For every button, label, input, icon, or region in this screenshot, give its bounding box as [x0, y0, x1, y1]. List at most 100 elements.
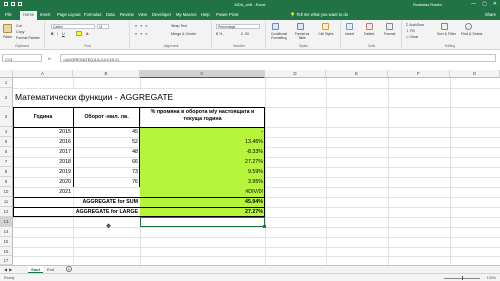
formula-input[interactable]: =AGGREGATE(14,6,C4:C10,2)	[60, 54, 496, 62]
sheet-tab-start[interactable]: Start	[28, 266, 44, 273]
cell-year[interactable]: 2017	[13, 149, 71, 155]
agg-sum-value[interactable]: 45.94%	[140, 199, 263, 205]
format-as-table-button[interactable]: Format as Table	[292, 32, 312, 40]
row-header-8[interactable]: 8	[0, 167, 13, 177]
insert-button[interactable]: Insert	[345, 32, 354, 36]
cell-change[interactable]: 3.95%	[140, 179, 263, 185]
paste-icon[interactable]	[3, 24, 12, 33]
tab-data[interactable]: Data	[106, 12, 115, 17]
underline-button[interactable]: U	[62, 32, 65, 36]
cell-year[interactable]: 2018	[13, 159, 71, 165]
format-as-table-icon[interactable]	[297, 23, 304, 30]
delete-cells-icon[interactable]	[366, 23, 373, 30]
row-header-9[interactable]: 9	[0, 177, 13, 187]
cell-year[interactable]: 2019	[13, 169, 71, 175]
delete-button[interactable]: Delete	[364, 32, 374, 36]
cell-turnover[interactable]: 52	[73, 139, 138, 145]
agg-sum-label[interactable]: AGGREGATE for SUM	[13, 199, 138, 205]
sheet-nav-arrows-icon[interactable]: ◀▶	[4, 267, 14, 272]
align-left-icon[interactable]: ≡ ≡ ≡	[135, 32, 148, 36]
name-box[interactable]: C13	[2, 54, 42, 62]
row-header-4[interactable]: 4	[0, 127, 13, 137]
zoom-level[interactable]: 100%	[487, 276, 496, 280]
cell-change[interactable]: 27.27%	[140, 159, 263, 165]
cell-change[interactable]: -	[140, 129, 263, 135]
row-header-3[interactable]: 3	[0, 107, 13, 127]
font-size-select[interactable]: 11	[97, 24, 109, 29]
format-button[interactable]: Format	[384, 32, 395, 36]
number-format-select[interactable]: Percentage	[216, 24, 260, 29]
minimize-button[interactable]: —	[471, 1, 476, 7]
cut-button[interactable]: Cut	[16, 24, 22, 28]
tab-view[interactable]: View	[138, 12, 147, 17]
row-header-2[interactable]: 2	[0, 88, 13, 107]
cell-turnover[interactable]: 48	[73, 149, 138, 155]
tab-formulas[interactable]: Formulas	[84, 12, 101, 17]
font-color-icon[interactable]: A	[86, 32, 89, 36]
select-all-corner[interactable]	[0, 70, 13, 78]
row-header-17[interactable]: 17	[0, 256, 13, 265]
tab-page-layout[interactable]: Page Layout	[57, 12, 81, 17]
conditional-formatting-button[interactable]: Conditional Formatting	[268, 32, 290, 40]
fill-color-icon[interactable]	[76, 31, 82, 36]
tab-my-macros[interactable]: My Macros	[176, 12, 196, 17]
column-header-b[interactable]: B	[73, 70, 140, 78]
cell-change[interactable]: -8.33%	[140, 149, 263, 155]
cell-turnover[interactable]: 45	[73, 129, 138, 135]
find-select-button[interactable]: Find & Select	[461, 32, 482, 36]
autosum-button[interactable]: Σ AutoSum	[406, 23, 424, 27]
header-year[interactable]: Година	[13, 114, 73, 120]
zoom-slider-knob[interactable]	[461, 276, 463, 280]
align-top-icon[interactable]: ≡ ≡ ≡	[135, 24, 148, 28]
sheet-title[interactable]: Математически функции - AGGREGATE	[15, 92, 173, 102]
cell-year[interactable]: 2020	[13, 179, 71, 185]
cell-year[interactable]: 2016	[13, 139, 71, 145]
sheet-tab-end[interactable]: End	[44, 266, 57, 273]
cell-change[interactable]: 13.46%	[140, 139, 263, 145]
agg-large-label[interactable]: AGGREGATE for LARGE	[13, 209, 138, 215]
header-change[interactable]: % промяна в оборота м/у настоящата и тек…	[142, 109, 263, 123]
tab-power-pivot[interactable]: Power Pivot	[216, 12, 238, 17]
active-cell-outline[interactable]	[140, 217, 265, 227]
copy-button[interactable]: Copy	[16, 30, 24, 34]
cell-year[interactable]: 2021	[13, 189, 71, 195]
merge-center-button[interactable]: Merge & Center	[171, 32, 196, 36]
sort-filter-button[interactable]: Sort & Filter	[437, 32, 456, 36]
currency-icon[interactable]: $ % ,	[216, 32, 224, 36]
italic-button[interactable]: I	[57, 32, 58, 36]
tab-insert[interactable]: Insert	[40, 12, 50, 17]
sort-filter-icon[interactable]	[441, 23, 448, 30]
tab-review[interactable]: Review	[120, 12, 134, 17]
cell-styles-icon[interactable]	[322, 23, 329, 30]
row-header-10[interactable]: 10	[0, 187, 13, 197]
column-header-d[interactable]: D	[265, 70, 326, 78]
column-header-a[interactable]: A	[13, 70, 73, 78]
insert-cells-icon[interactable]	[346, 23, 353, 30]
decimal-icon[interactable]: .0 .00	[240, 32, 249, 36]
column-header-g[interactable]: G	[450, 70, 500, 78]
tab-developer[interactable]: Developer	[152, 12, 171, 17]
tab-help[interactable]: Help	[201, 12, 210, 17]
user-name[interactable]: Rostislav Radev	[413, 2, 442, 7]
cell-change[interactable]: #DIV/0!	[140, 189, 263, 195]
row-header-11[interactable]: 11	[0, 197, 13, 207]
paste-button[interactable]: Paste	[3, 35, 12, 39]
format-painter-button[interactable]: Format Painter	[16, 36, 40, 40]
format-cells-icon[interactable]	[386, 23, 393, 30]
worksheet-grid[interactable]: A B C D E F G 1 2 3 4 5 6 7 8 9 10 11 12…	[0, 70, 500, 265]
find-select-icon[interactable]	[465, 23, 472, 30]
column-header-f[interactable]: F	[388, 70, 450, 78]
row-header-14[interactable]: 14	[0, 227, 13, 237]
row-header-15[interactable]: 15	[0, 237, 13, 247]
maximize-button[interactable]: ▢	[482, 1, 487, 7]
close-button[interactable]: ✕	[493, 1, 497, 7]
fill-button[interactable]: ⇩ Fill	[406, 29, 415, 33]
tab-home[interactable]: Home	[20, 10, 38, 20]
cell-turnover[interactable]: 73	[73, 169, 138, 175]
share-button[interactable]: Share	[485, 12, 496, 17]
insert-function-icon[interactable]: fx	[48, 56, 51, 61]
row-header-7[interactable]: 7	[0, 157, 13, 167]
header-turnover[interactable]: Оборот -мил. лв.	[73, 114, 140, 120]
cell-styles-button[interactable]: Cell Styles	[317, 32, 335, 36]
row-header-5[interactable]: 5	[0, 137, 13, 147]
